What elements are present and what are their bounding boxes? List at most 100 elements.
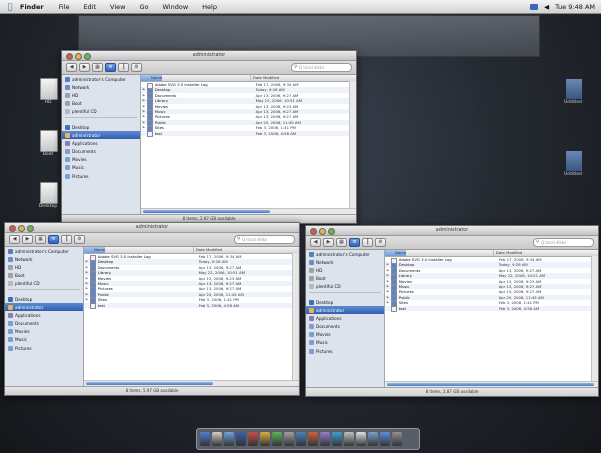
close-button[interactable]	[310, 228, 317, 235]
dock-app-icon[interactable]	[224, 432, 234, 446]
vertical-scrollbar[interactable]	[591, 256, 598, 387]
sidebar-item[interactable]: Applications	[5, 311, 83, 319]
dock-app-icon[interactable]	[200, 432, 210, 446]
action-menu-button[interactable]: ⚙	[375, 238, 386, 247]
input-menu-icon[interactable]	[530, 3, 539, 10]
minimize-button[interactable]	[18, 225, 25, 232]
zoom-button[interactable]	[27, 225, 34, 232]
date-column-header[interactable]: Date Modified	[492, 250, 598, 256]
sidebar-item[interactable]: Desktop	[5, 295, 83, 303]
dock-app-icon[interactable]	[320, 432, 330, 446]
sidebar-item[interactable]: plentiful CD	[306, 283, 384, 291]
dock-app-icon[interactable]	[272, 432, 282, 446]
sidebar-item[interactable]: administrator's Computer	[62, 75, 140, 83]
action-menu-button[interactable]: ⚙	[131, 63, 142, 72]
date-column-header[interactable]: Date Modified	[249, 75, 356, 81]
vertical-scrollbar[interactable]	[292, 253, 299, 386]
dock-app-icon[interactable]	[236, 432, 246, 446]
sidebar-item[interactable]: Desktop	[62, 123, 140, 131]
column-view-button[interactable]: ║	[362, 238, 373, 247]
dock-app-icon[interactable]	[368, 432, 378, 446]
sidebar-item[interactable]: plentiful CD	[62, 108, 140, 116]
vertical-scrollbar[interactable]	[349, 81, 356, 214]
icon-view-button[interactable]: ▦	[92, 63, 103, 72]
menu-help[interactable]: Help	[202, 3, 217, 11]
zoom-button[interactable]	[84, 53, 91, 60]
sidebar-item[interactable]: Boot	[5, 272, 83, 280]
sidebar-item[interactable]: Movies	[306, 331, 384, 339]
column-view-button[interactable]: ║	[118, 63, 129, 72]
sidebar-item[interactable]: HD	[5, 263, 83, 271]
list-view-button[interactable]: ≡	[105, 63, 116, 72]
volume-icon[interactable]: ◀	[544, 3, 549, 11]
sidebar-item[interactable]: Music	[306, 339, 384, 347]
sidebar-item[interactable]: Documents	[5, 320, 83, 328]
sidebar-item[interactable]: administrator	[306, 306, 384, 315]
sidebar-item[interactable]: Network	[306, 258, 384, 266]
dock-app-icon[interactable]	[332, 432, 342, 446]
dock-app-icon[interactable]	[248, 432, 258, 446]
sidebar-item[interactable]: administrator	[5, 303, 83, 312]
sidebar-item[interactable]: Documents	[62, 148, 140, 156]
sidebar-item[interactable]: Pictures	[62, 172, 140, 180]
sidebar-item[interactable]: Movies	[5, 328, 83, 336]
disclosure-triangle-icon[interactable]	[141, 131, 147, 136]
sidebar-item[interactable]: administrator	[62, 131, 140, 140]
desktop-icon-untitled-2[interactable]: Untitled	[553, 150, 593, 177]
menu-go[interactable]: Go	[139, 3, 148, 11]
sidebar-item[interactable]: Network	[5, 255, 83, 263]
dock-app-icon[interactable]	[392, 432, 402, 446]
close-button[interactable]	[66, 53, 73, 60]
apple-menu-icon[interactable]: 	[4, 2, 16, 11]
sidebar-item[interactable]: Boot	[62, 100, 140, 108]
sidebar-item[interactable]: HD	[62, 91, 140, 99]
disclosure-triangle-icon[interactable]	[84, 303, 90, 308]
menu-window[interactable]: Window	[163, 3, 189, 11]
sidebar-item[interactable]: Pictures	[5, 344, 83, 352]
dock-app-icon[interactable]	[344, 432, 354, 446]
disclosure-triangle-icon[interactable]	[385, 306, 391, 311]
column-view-button[interactable]: ║	[61, 235, 72, 244]
name-column-header[interactable]: Name	[84, 247, 106, 253]
sidebar-item[interactable]: Music	[62, 164, 140, 172]
date-column-header[interactable]: Date Modified	[192, 247, 299, 253]
icon-view-button[interactable]: ▦	[336, 238, 347, 247]
forward-button[interactable]: ▶	[323, 238, 334, 247]
menu-clock[interactable]: Tue 9:48 AM	[555, 3, 595, 11]
minimize-button[interactable]	[319, 228, 326, 235]
dock-app-icon[interactable]	[260, 432, 270, 446]
dock-app-icon[interactable]	[212, 432, 222, 446]
menu-edit[interactable]: Edit	[83, 3, 96, 11]
dock-app-icon[interactable]	[308, 432, 318, 446]
dock-app-icon[interactable]	[296, 432, 306, 446]
back-button[interactable]: ◀	[9, 235, 20, 244]
search-field[interactable]: ⚲ Q local disks	[291, 63, 352, 72]
list-view-button[interactable]: ≡	[349, 238, 360, 247]
sidebar-item[interactable]: Documents	[306, 323, 384, 331]
minimize-button[interactable]	[75, 53, 82, 60]
sidebar-item[interactable]: Music	[5, 336, 83, 344]
zoom-button[interactable]	[328, 228, 335, 235]
sidebar-item[interactable]: Boot	[306, 275, 384, 283]
action-menu-button[interactable]: ⚙	[74, 235, 85, 244]
list-view-button[interactable]: ≡	[48, 235, 59, 244]
sidebar-item[interactable]: plentiful CD	[5, 280, 83, 288]
dock-app-icon[interactable]	[380, 432, 390, 446]
sidebar-item[interactable]: Movies	[62, 156, 140, 164]
search-field[interactable]: ⚲ Q local disks	[234, 235, 295, 244]
back-button[interactable]: ◀	[310, 238, 321, 247]
dock-app-icon[interactable]	[356, 432, 366, 446]
sidebar-item[interactable]: administrator's Computer	[5, 247, 83, 255]
desktop-icon-untitled[interactable]: Untitled	[553, 78, 593, 105]
file-row[interactable]: test Feb 3, 2006, 4:56 AM	[385, 305, 598, 313]
menu-app-name[interactable]: Finder	[20, 3, 44, 11]
sidebar-item[interactable]: Applications	[306, 314, 384, 322]
menu-view[interactable]: View	[110, 3, 125, 11]
dock-app-icon[interactable]	[284, 432, 294, 446]
sidebar-item[interactable]: administrator's Computer	[306, 250, 384, 258]
horizontal-scroll-thumb[interactable]	[387, 383, 594, 386]
file-row[interactable]: test Feb 3, 2006, 4:56 AM	[141, 130, 356, 138]
file-row[interactable]: test Feb 3, 2006, 4:56 AM	[84, 302, 299, 310]
forward-button[interactable]: ▶	[79, 63, 90, 72]
horizontal-scroll-thumb[interactable]	[143, 210, 270, 213]
